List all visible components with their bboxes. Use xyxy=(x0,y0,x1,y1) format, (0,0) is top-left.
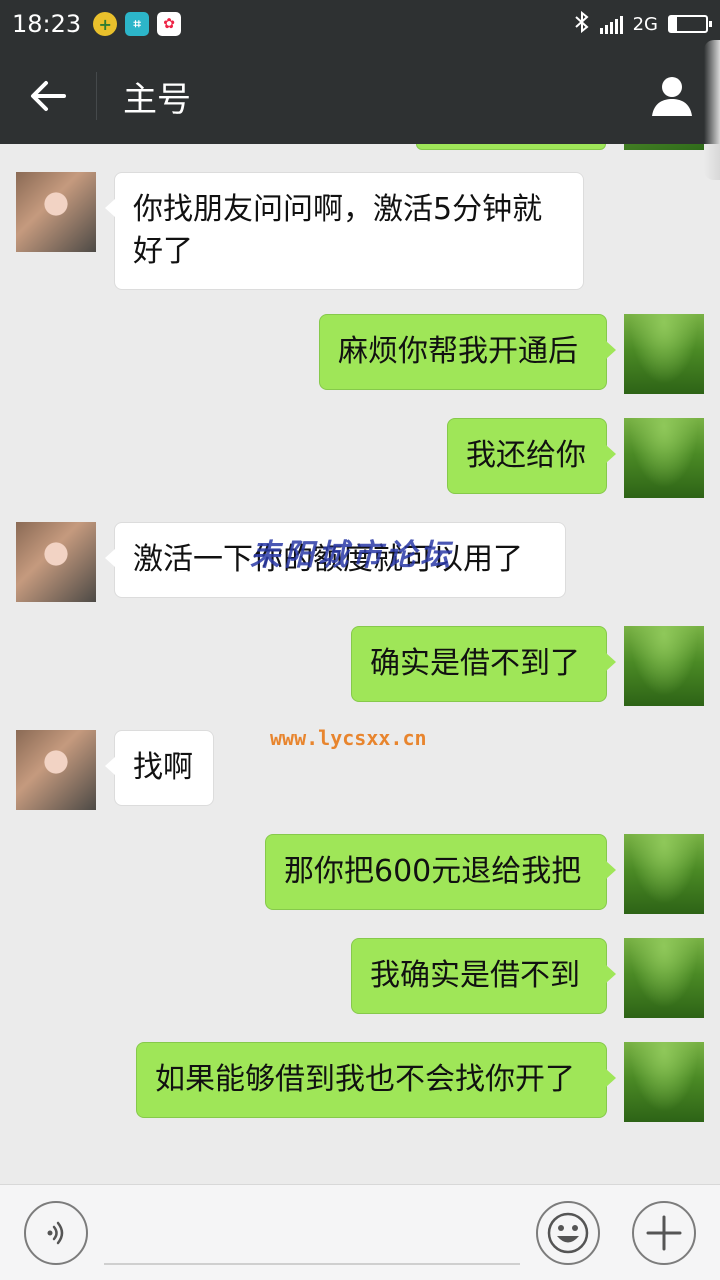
my-avatar[interactable] xyxy=(624,626,704,706)
my-avatar[interactable] xyxy=(624,938,704,1018)
message-bubble[interactable]: 如果能够借到我也不会找你开了 xyxy=(136,1042,616,1118)
arrow-left-icon xyxy=(31,81,66,111)
my-avatar[interactable] xyxy=(624,1042,704,1122)
chat-area[interactable]: 你找朋友问问啊，激活5分钟就好了 麻烦你帮我开通后 我还给你 激活一下你的额度就… xyxy=(0,144,720,1184)
voice-button[interactable] xyxy=(24,1201,88,1265)
header-divider xyxy=(96,72,97,120)
smiley-icon xyxy=(547,1212,589,1254)
signal-icon xyxy=(599,14,623,34)
status-bar: 18:23 + ⌗ ✿ 2G xyxy=(0,0,720,48)
battery-icon xyxy=(668,15,712,33)
status-time: 18:23 xyxy=(12,10,82,38)
my-avatar[interactable] xyxy=(624,834,704,914)
my-avatar[interactable] xyxy=(624,418,704,498)
my-avatar[interactable] xyxy=(624,314,704,394)
title-bar: 主号 xyxy=(0,48,720,144)
scan-icon: ⌗ xyxy=(125,12,150,36)
message-bubble[interactable]: 那你把600元退给我把 xyxy=(265,834,616,910)
message-bubble[interactable]: 确实是借不到了 xyxy=(351,626,616,702)
more-button[interactable] xyxy=(632,1201,696,1265)
message-input[interactable] xyxy=(104,1201,520,1265)
app-icon: ✿ xyxy=(157,12,182,36)
contact-avatar[interactable] xyxy=(16,172,96,252)
partial-message-bubble xyxy=(416,144,606,150)
back-button[interactable] xyxy=(0,48,96,144)
network-type: 2G xyxy=(632,13,658,35)
person-icon xyxy=(652,77,692,116)
emoji-button[interactable] xyxy=(536,1201,600,1265)
plus-icon xyxy=(646,1215,682,1251)
message-bubble[interactable]: 我还给你 xyxy=(447,418,616,494)
battery-fill xyxy=(670,17,678,31)
voice-icon xyxy=(47,1221,64,1245)
plus-circle-icon: + xyxy=(93,12,118,36)
page-title: 主号 xyxy=(123,79,191,120)
edge-handle[interactable] xyxy=(704,40,720,180)
message-bubble[interactable]: 找啊 xyxy=(105,730,214,806)
contact-avatar[interactable] xyxy=(16,730,96,810)
my-avatar-partial xyxy=(624,144,704,150)
message-bubble[interactable]: 麻烦你帮我开通后 xyxy=(319,314,616,390)
bluetooth-icon xyxy=(574,10,590,38)
watermark-title: 耒阳城市论坛 xyxy=(250,538,454,573)
message-bubble[interactable]: 我确实是借不到 xyxy=(351,938,616,1014)
watermark-url: www.lycsxx.cn xyxy=(270,726,427,750)
input-bar xyxy=(0,1184,720,1280)
status-right: 2G xyxy=(574,10,712,38)
message-bubble[interactable]: 你找朋友问问啊，激活5分钟就好了 xyxy=(105,172,584,290)
contact-avatar[interactable] xyxy=(16,522,96,602)
